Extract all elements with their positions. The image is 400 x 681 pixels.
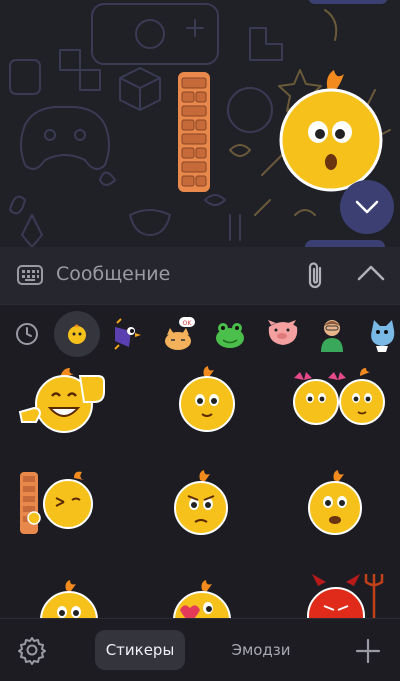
message-input[interactable]: Сообщение [56,263,170,285]
chevron-down-icon [355,200,379,214]
person-icon [321,320,343,352]
pig-set-tab[interactable] [262,314,302,354]
sticker-panel-bottom-bar: Стикеры Эмодзи [0,618,400,681]
bird-set-tab[interactable] [106,314,146,354]
person-set-tab[interactable] [312,314,352,354]
gear-icon[interactable] [17,635,47,665]
laughing-blob-sticker[interactable] [18,366,110,438]
date-pill [308,0,388,4]
attach-icon[interactable] [302,260,330,292]
frog-icon [216,323,244,348]
frog-set-tab[interactable] [210,314,250,354]
svg-text:OK: OK [183,320,193,327]
message-pill [305,240,385,247]
cyan-cat-icon [371,320,395,352]
keyboard-icon[interactable] [16,264,44,286]
recent-tab[interactable] [7,314,47,354]
cat-ok-set-tab[interactable]: OK [158,314,198,354]
cat-ok-icon: OK [165,317,195,350]
brick-wall-sticker[interactable] [176,70,212,194]
surprised-blob-sticker[interactable] [306,470,364,536]
plus-icon[interactable] [354,637,382,665]
pig-icon [268,320,298,345]
tab-emoji[interactable]: Эмодзи [215,630,307,670]
sticker-sets-bar: OK [0,304,400,362]
two-blobs-sticker[interactable] [290,368,386,432]
chevron-up-icon[interactable] [356,263,386,283]
sad-blob-sticker[interactable] [172,470,230,536]
purple-bird-icon [114,318,141,350]
blob-peek-sticker[interactable] [38,580,100,618]
sticker-grid [0,362,400,618]
worried-blob-sticker[interactable] [278,66,384,194]
cat-cyan-set-tab[interactable] [362,314,400,354]
clock-icon [16,323,38,345]
devil-blob-sticker[interactable] [302,570,390,618]
tab-stickers[interactable]: Стикеры [95,630,185,670]
chat-background [0,0,400,247]
smiling-blob-sticker[interactable] [176,366,238,432]
message-composer: Сообщение [0,247,400,304]
blob-behind-wall-sticker[interactable] [18,470,96,536]
blob-emoji-icon [68,324,86,344]
blob-set-tab[interactable] [54,311,100,357]
love-blob-sticker[interactable] [172,580,232,618]
scroll-down-button[interactable] [340,180,394,234]
